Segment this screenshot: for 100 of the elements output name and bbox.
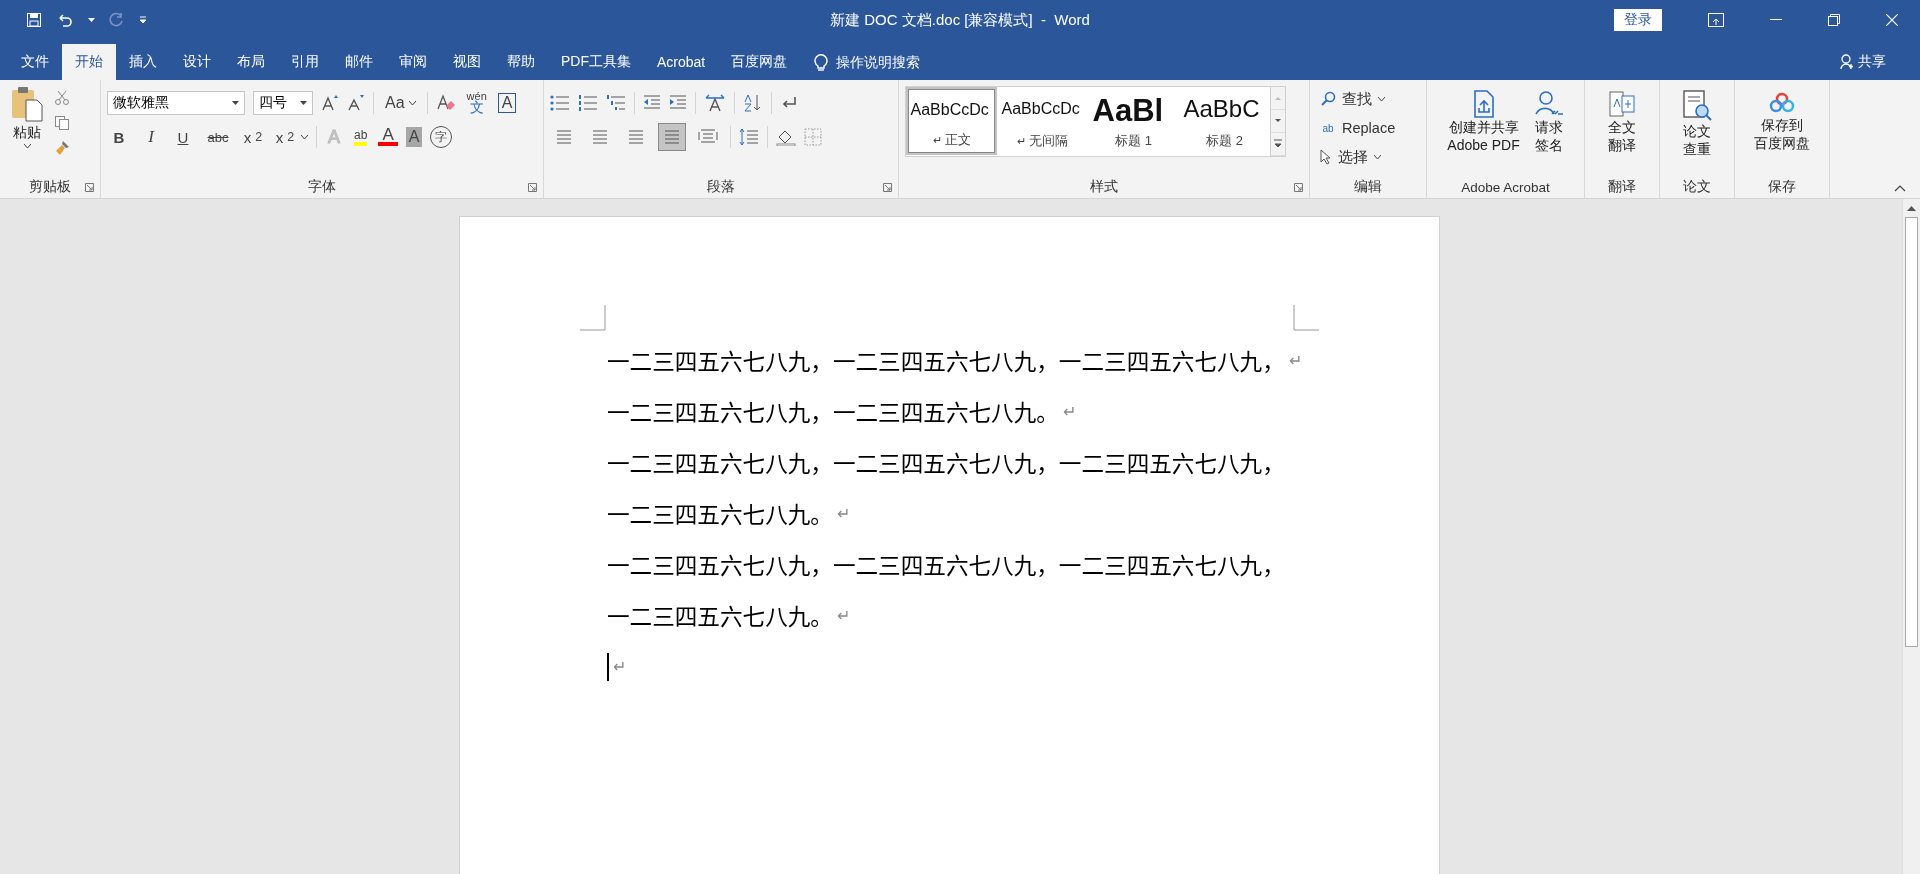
ribbon-tab[interactable]: 设计 <box>170 44 224 80</box>
ribbon-tab[interactable]: 百度网盘 <box>718 44 801 80</box>
paragraph-mark: ↵ <box>1288 351 1302 370</box>
paintbrush-icon[interactable] <box>54 140 70 156</box>
increase-indent-icon[interactable] <box>669 95 687 111</box>
group-label: Adobe Acrobat <box>1461 179 1550 195</box>
caret-icon[interactable] <box>88 17 95 23</box>
shrink-font-icon[interactable] <box>347 94 365 112</box>
caret-icon[interactable] <box>301 135 308 139</box>
customize-icon[interactable] <box>139 16 147 24</box>
document-text: 一二三四五六七八九，一二三四五六七八九，一二三四五六七八九， <box>607 349 1285 377</box>
crop-mark <box>1293 305 1319 331</box>
format-button[interactable]: B <box>107 125 131 149</box>
translate-icon <box>1608 90 1636 118</box>
dialog-launcher-icon[interactable] <box>883 183 892 192</box>
document-search-icon <box>1682 90 1712 122</box>
ribbon-tab[interactable]: 引用 <box>278 44 332 80</box>
undo-icon[interactable] <box>56 12 74 28</box>
person-signature-icon <box>1533 90 1564 118</box>
paste-button[interactable]: 粘贴 <box>6 84 48 170</box>
collapse-ribbon-icon[interactable] <box>1894 185 1906 192</box>
group-label: 翻译 <box>1608 178 1636 196</box>
scroll-up-icon[interactable] <box>1907 205 1916 211</box>
format-button[interactable]: abc <box>203 125 233 149</box>
copy-icon[interactable] <box>54 115 70 131</box>
pointer-icon <box>1320 149 1332 165</box>
group-label: 保存 <box>1768 178 1796 196</box>
ribbon-tab[interactable]: 邮件 <box>332 44 386 80</box>
style-item[interactable]: AaBbCcDc ↵ 正文 <box>906 87 997 155</box>
ribbon-tab[interactable]: Acrobat <box>644 44 719 80</box>
scissors-icon[interactable] <box>54 90 70 106</box>
ribbon-tab[interactable]: 文件 <box>8 44 62 80</box>
sign-in-button[interactable]: 登录 <box>1614 9 1662 31</box>
eraser-icon[interactable] <box>435 94 456 112</box>
select-button[interactable]: 选择 <box>1316 144 1385 170</box>
sort-icon[interactable] <box>743 94 763 112</box>
ribbon-tab[interactable]: 帮助 <box>494 44 548 80</box>
save-to-cloud-button[interactable]: 保存到 百度网盘 <box>1750 84 1814 154</box>
minimize-icon[interactable] <box>1770 19 1782 21</box>
close-icon[interactable] <box>1886 14 1898 26</box>
caret-icon <box>23 144 31 149</box>
vertical-scrollbar[interactable] <box>1902 199 1920 874</box>
crop-mark <box>580 305 606 331</box>
ribbon-tab[interactable]: 布局 <box>224 44 278 80</box>
acrobat-button[interactable]: 创建并共享 Adobe PDF <box>1443 84 1524 156</box>
text-direction-icon[interactable] <box>704 94 726 112</box>
decrease-indent-icon[interactable] <box>643 95 661 111</box>
font-size-dropdown[interactable]: 四号 <box>253 91 313 115</box>
window-title: 新建 DOC 文档.doc [兼容模式] - Word <box>830 10 1090 30</box>
document-text: 一二三四五六七八九。 <box>607 502 833 530</box>
paragraph-mark: ↵ <box>1062 402 1076 421</box>
document-text: 一二三四五六七八九，一二三四五六七八九。 <box>607 400 1059 428</box>
search-icon <box>1320 91 1336 107</box>
translate-button[interactable]: 全文 翻译 <box>1604 84 1640 156</box>
grow-font-icon[interactable] <box>321 94 339 112</box>
dialog-launcher-icon[interactable] <box>85 183 94 192</box>
character-border-button[interactable]: A <box>497 93 517 113</box>
ribbon-display-icon[interactable] <box>1708 13 1724 27</box>
share-button[interactable]: 共享 <box>1834 44 1892 80</box>
line-spacing-icon[interactable] <box>739 128 759 146</box>
group-label: 段落 <box>707 178 735 196</box>
font-name-dropdown[interactable]: 微软雅黑 <box>107 91 245 115</box>
bullets-icon[interactable] <box>550 95 570 111</box>
highlight-button[interactable]: ab <box>351 125 371 149</box>
numbering-icon[interactable] <box>578 95 598 111</box>
phonetic-guide-button[interactable]: wén 文 <box>463 91 490 115</box>
paragraph-mark: ↵ <box>836 606 850 625</box>
clipboard-icon <box>10 86 44 122</box>
document-text: 一二三四五六七八九，一二三四五六七八九，一二三四五六七八九， <box>607 553 1285 581</box>
ribbon-tab[interactable]: 审阅 <box>386 44 440 80</box>
dialog-launcher-icon[interactable] <box>1294 183 1303 192</box>
group-label: 编辑 <box>1354 178 1382 196</box>
ribbon-tab[interactable]: 开始 <box>62 44 116 80</box>
group-label: 论文 <box>1683 178 1711 196</box>
change-case-button[interactable]: Aa <box>382 91 419 115</box>
dialog-launcher-icon[interactable] <box>528 183 537 192</box>
redo-icon[interactable] <box>109 12 125 28</box>
format-button[interactable]: I <box>139 125 163 149</box>
character-shading-button[interactable]: A <box>405 127 423 147</box>
replace-button[interactable]: ab Replace <box>1316 115 1400 141</box>
scrollbar-thumb[interactable] <box>1905 217 1918 647</box>
ribbon-tab[interactable]: 插入 <box>116 44 170 80</box>
font-color-button[interactable]: A <box>378 128 398 146</box>
find-button[interactable]: 查找 <box>1316 86 1389 112</box>
plagiarism-check-button[interactable]: 论文 查重 <box>1678 84 1716 160</box>
caret-icon <box>232 101 239 105</box>
ribbon-tab[interactable]: 视图 <box>440 44 494 80</box>
caret-icon <box>300 101 307 105</box>
save-icon[interactable] <box>26 12 42 28</box>
group-label: 剪贴板 <box>29 178 71 196</box>
group-label: 字体 <box>308 178 336 196</box>
caret-icon <box>1374 155 1381 159</box>
restore-icon[interactable] <box>1828 14 1840 26</box>
paragraph-mark: ↵ <box>612 657 626 676</box>
group-label: 样式 <box>1090 178 1118 196</box>
ribbon-tab[interactable]: PDF工具集 <box>548 44 644 80</box>
format-button[interactable]: U <box>171 125 195 149</box>
tell-me-field[interactable]: 操作说明搜索 <box>834 53 949 71</box>
multilevel-list-icon[interactable] <box>606 95 626 111</box>
acrobat-button[interactable]: 请求 签名 <box>1529 84 1568 156</box>
